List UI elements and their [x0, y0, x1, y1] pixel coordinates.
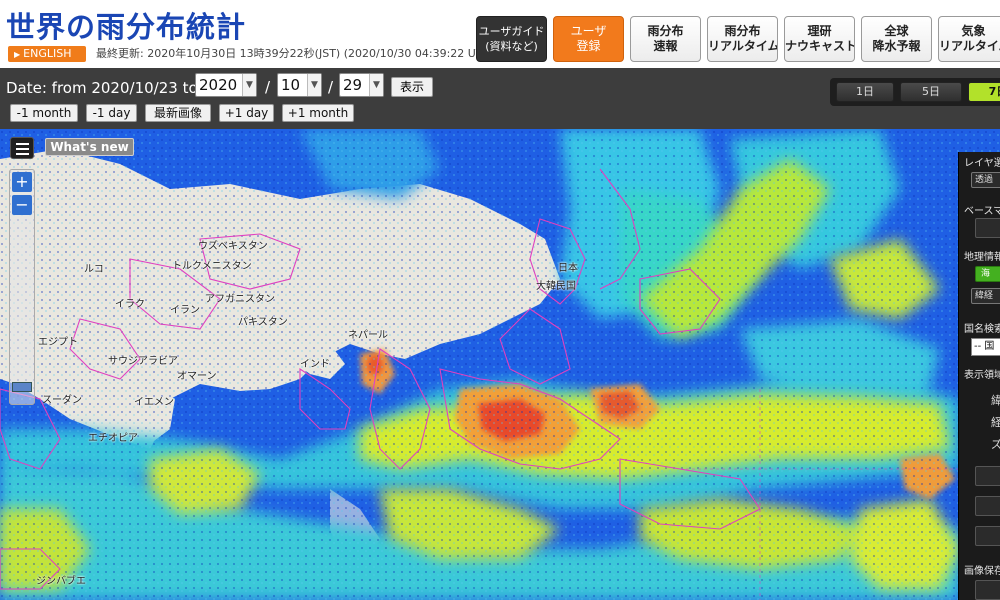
area-input[interactable] — [975, 526, 1000, 546]
hamburger-icon — [16, 153, 29, 155]
chevron-down-icon: ▼ — [369, 74, 383, 96]
chevron-down-icon: ▼ — [307, 74, 321, 96]
layer-panel: レイヤ選 透過 ベースマ 地理情報 海 緯経 国名検索 -- 国 表示領域 緯 … — [958, 152, 1000, 600]
chevron-down-icon: ▼ — [242, 74, 256, 96]
map-label: スーダン — [42, 395, 82, 406]
area-input[interactable] — [975, 496, 1000, 516]
day-value: 29 — [343, 76, 363, 94]
latlon-toggle[interactable]: 緯経 — [971, 288, 1000, 304]
user-guide-button[interactable]: ユーザガイド (資料など) — [476, 16, 547, 62]
display-area-heading: 表示領域 — [964, 370, 1000, 381]
minus-day-button[interactable]: -1 day — [86, 104, 137, 122]
month-select[interactable]: 10 ▼ — [277, 73, 322, 97]
user-register-line1: ユーザ — [570, 24, 607, 38]
global-forecast-line2: 降水予報 — [872, 39, 921, 53]
range-1day-button[interactable]: 1日 — [836, 82, 894, 102]
period-selector: 1日 5日 7日 — [830, 78, 1000, 106]
play-triangle-icon: ▶ — [14, 50, 21, 59]
range-7day-button[interactable]: 7日 — [968, 82, 1000, 102]
zoom-label: ズ — [991, 436, 1000, 452]
user-guide-line1: ユーザガイド — [478, 25, 545, 38]
longitude-label: 経 — [991, 414, 1000, 430]
map-label: 大韓民国 — [536, 281, 576, 292]
rain-flash-line2: 速報 — [653, 39, 678, 53]
map-label: ジンバブエ — [36, 576, 86, 587]
latitude-label: 緯 — [991, 392, 1000, 408]
basemap-option[interactable] — [975, 218, 1000, 238]
header: 世界の雨分布統計 ▶ ENGLISH 最終更新: 2020年10月30日 13時3… — [0, 0, 1000, 68]
map-label: 日本 — [558, 263, 578, 274]
global-forecast-line1: 全球 — [884, 24, 909, 38]
map-label: ネパール — [348, 330, 388, 341]
global-forecast-button[interactable]: 全球 降水予報 — [861, 16, 932, 62]
riken-nowcast-button[interactable]: 理研 ナウキャスト — [784, 16, 855, 62]
last-update-text: 最終更新: 2020年10月30日 13時39分22秒(JST) (2020/1… — [96, 47, 494, 60]
plus-month-button[interactable]: +1 month — [282, 104, 354, 122]
date-separator: / — [265, 78, 271, 96]
rain-flash-button[interactable]: 雨分布 速報 — [630, 16, 701, 62]
rain-realtime-line2: リアルタイム — [708, 39, 778, 53]
map-label: イエメン — [134, 397, 174, 408]
country-search-heading: 国名検索 — [964, 324, 1000, 335]
zoom-control: + − — [9, 169, 35, 405]
year-select[interactable]: 2020 ▼ — [195, 73, 257, 97]
map-label: トルクメニスタン — [172, 261, 252, 272]
user-guide-line2: (資料など) — [485, 40, 538, 53]
menu-button[interactable] — [10, 137, 34, 159]
range-5day-button[interactable]: 5日 — [900, 82, 962, 102]
weather-realtime-button[interactable]: 気象 リアルタイム — [938, 16, 1000, 62]
map-label: エチオピア — [88, 433, 138, 444]
map-label: サウジアラビア — [108, 356, 178, 367]
day-select[interactable]: 29 ▼ — [339, 73, 384, 97]
user-register-line2: 登録 — [576, 39, 601, 53]
country-select[interactable]: -- 国 — [971, 338, 1000, 356]
whats-new-button[interactable]: What's new — [45, 138, 134, 156]
show-button[interactable]: 表示 — [391, 77, 433, 97]
map-label: イラク — [115, 299, 145, 310]
riken-nowcast-line2: ナウキャスト — [785, 39, 855, 53]
save-image-button[interactable] — [975, 580, 1000, 600]
weather-realtime-line2: リアルタイム — [939, 39, 1000, 53]
hamburger-icon — [16, 148, 29, 150]
minus-month-button[interactable]: -1 month — [10, 104, 78, 122]
map-label: ウズベキスタン — [198, 241, 268, 252]
map-label: イラン — [170, 305, 200, 316]
date-toolbar: Date: from 2020/10/23 to 2020 ▼ / 10 ▼ /… — [0, 68, 1000, 129]
rain-flash-line1: 雨分布 — [647, 24, 684, 38]
map-label: パキスタン — [238, 317, 288, 328]
plus-day-button[interactable]: +1 day — [219, 104, 274, 122]
month-value: 10 — [281, 76, 301, 94]
english-label: ENGLISH — [23, 47, 72, 60]
map-label: ルコ — [84, 264, 104, 275]
date-separator: / — [328, 78, 334, 96]
map-label: インド — [300, 359, 330, 370]
hamburger-icon — [16, 143, 29, 145]
basemap-heading: ベースマ — [964, 206, 1000, 217]
date-range-label: Date: from 2020/10/23 to — [6, 79, 198, 97]
year-value: 2020 — [199, 76, 238, 94]
weather-realtime-line1: 気象 — [961, 24, 986, 38]
save-image-heading: 画像保存 — [964, 566, 1000, 577]
zoom-in-button[interactable]: + — [12, 172, 32, 192]
zoom-slider-handle[interactable] — [12, 382, 32, 392]
coastline-toggle[interactable]: 海 — [975, 266, 1000, 282]
layers-heading: レイヤ選 — [964, 158, 1000, 169]
latest-image-button[interactable]: 最新画像 — [145, 104, 211, 122]
transparency-button[interactable]: 透過 — [971, 172, 1000, 188]
geo-info-heading: 地理情報 — [964, 252, 1000, 263]
user-register-button[interactable]: ユーザ 登録 — [553, 16, 624, 62]
rain-realtime-line1: 雨分布 — [724, 24, 761, 38]
map-label: エジプト — [38, 337, 78, 348]
zoom-out-button[interactable]: − — [12, 195, 32, 215]
english-language-button[interactable]: ▶ ENGLISH — [8, 46, 86, 62]
page-title: 世界の雨分布統計 — [6, 10, 247, 44]
map-label: アフガニスタン — [205, 294, 275, 305]
rainfall-map[interactable]: ウズベキスタン トルクメニスタン ルコ アフガニスタン イラク イラン パキスタ… — [0, 129, 1000, 600]
map-label: オマーン — [177, 371, 217, 382]
area-input[interactable] — [975, 466, 1000, 486]
riken-nowcast-line1: 理研 — [807, 24, 832, 38]
rain-realtime-button[interactable]: 雨分布 リアルタイム — [707, 16, 778, 62]
